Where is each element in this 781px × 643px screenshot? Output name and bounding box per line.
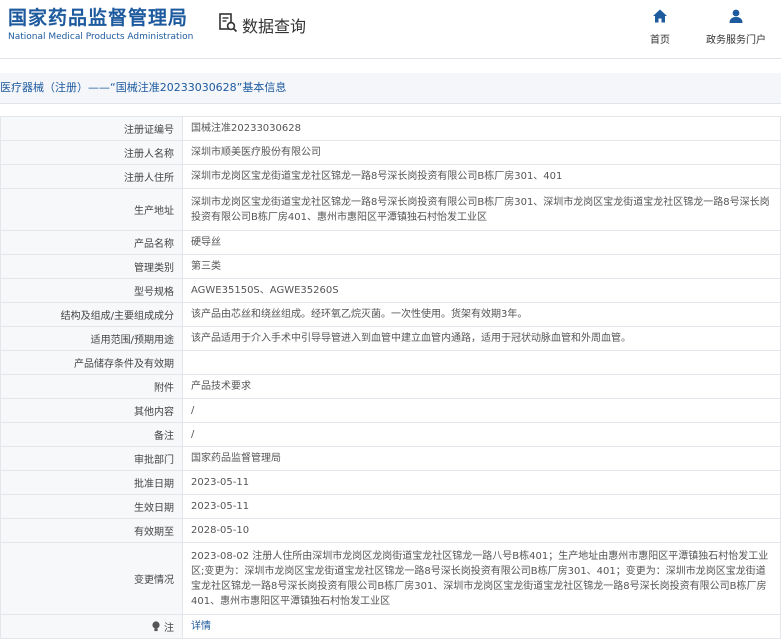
row-value: 产品技术要求	[182, 374, 781, 399]
table-row: 注册人住所 深圳市龙岗区宝龙街道宝龙社区锦龙一路8号深长岗投资有限公司B栋厂房3…	[0, 164, 781, 189]
table-row: 审批部门 国家药品监督管理局	[0, 446, 781, 471]
row-value: 硬导丝	[182, 230, 781, 255]
row-value: 2023-05-11	[182, 470, 781, 495]
page-title: 数据查询	[242, 17, 307, 36]
nav-gov-label: 政务服务门户	[706, 35, 766, 46]
row-label: 生效日期	[0, 494, 183, 519]
row-value: 深圳市龙岗区宝龙街道宝龙社区锦龙一路8号深长岗投资有限公司B栋厂房301、401	[182, 164, 781, 189]
row-label: 适用范围/预期用途	[0, 326, 183, 351]
table-row: 产品名称 硬导丝	[0, 230, 781, 255]
row-value: 2028-05-10	[182, 518, 781, 543]
row-value: 第三类	[182, 254, 781, 279]
row-value: 2023-05-11	[182, 494, 781, 519]
site-logo[interactable]: 国家药品监督管理局 National Medical Products Admi…	[8, 6, 193, 44]
logo-english-name: National Medical Products Administration	[8, 32, 194, 42]
table-row: 生产地址 深圳市龙岗区宝龙街道宝龙社区锦龙一路8号深长岗投资有限公司B栋厂房30…	[0, 188, 781, 231]
row-value: 国家药品监督管理局	[182, 446, 781, 471]
row-value: 深圳市龙岗区宝龙街道宝龙社区锦龙一路8号深长岗投资有限公司B栋厂房301、深圳市…	[182, 188, 781, 231]
user-icon	[728, 8, 744, 28]
row-label: 注册人住所	[0, 164, 183, 189]
table-row: 管理类别 第三类	[0, 254, 781, 279]
row-value: AGWE35150S、AGWE35260S	[182, 278, 781, 303]
row-label: 审批部门	[0, 446, 183, 471]
row-value: /	[182, 398, 781, 423]
note-row: 注 详情	[0, 614, 781, 639]
table-row: 有效期至 2028-05-10	[0, 518, 781, 543]
nav-home[interactable]: 首页	[650, 8, 670, 46]
row-label: 产品名称	[0, 230, 183, 255]
nav-home-label: 首页	[650, 35, 670, 46]
row-label: 注册人名称	[0, 140, 183, 165]
table-row: 注册人名称 深圳市顺美医疗股份有限公司	[0, 140, 781, 165]
row-label: 批准日期	[0, 470, 183, 495]
note-value-cell: 详情	[182, 614, 781, 639]
row-label: 结构及组成/主要组成成分	[0, 302, 183, 327]
note-label-cell: 注	[0, 614, 183, 639]
row-label: 产品储存条件及有效期	[0, 350, 183, 375]
table-row: 批准日期 2023-05-11	[0, 470, 781, 495]
table-row: 结构及组成/主要组成成分 该产品由芯丝和绕丝组成。经环氧乙烷灭菌。一次性使用。货…	[0, 302, 781, 327]
table-row: 备注 /	[0, 422, 781, 447]
row-label: 变更情况	[0, 542, 183, 615]
row-label: 生产地址	[0, 188, 183, 231]
row-value: 该产品由芯丝和绕丝组成。经环氧乙烷灭菌。一次性使用。货架有效期3年。	[182, 302, 781, 327]
table-row: 适用范围/预期用途 该产品适用于介入手术中引导导管进入到血管中建立血管内通路，适…	[0, 326, 781, 351]
note-label: 注	[164, 623, 174, 634]
table-row: 变更情况 2023-08-02 注册人住所由深圳市龙岗区龙岗街道宝龙社区锦龙一路…	[0, 542, 781, 615]
row-label: 型号规格	[0, 278, 183, 303]
logo-chinese-name: 国家药品监督管理局	[8, 7, 189, 29]
magnifier-document-icon	[218, 12, 238, 38]
table-row: 型号规格 AGWE35150S、AGWE35260S	[0, 278, 781, 303]
row-value: 该产品适用于介入手术中引导导管进入到血管中建立血管内通路，适用于冠状动脉血管和外…	[182, 326, 781, 351]
table-row: 附件 产品技术要求	[0, 374, 781, 399]
row-label: 备注	[0, 422, 183, 447]
row-value: /	[182, 422, 781, 447]
row-value: 深圳市顺美医疗股份有限公司	[182, 140, 781, 165]
breadcrumb: 医疗器械（注册）——“国械注准20233030628”基本信息	[0, 73, 781, 104]
nav-gov-service-portal[interactable]: 政务服务门户	[706, 8, 766, 46]
row-label: 附件	[0, 374, 183, 399]
row-label: 注册证编号	[0, 116, 183, 141]
registration-info-table: 注册证编号 国械注准20233030628 注册人名称 深圳市顺美医疗股份有限公…	[0, 116, 781, 639]
row-label: 管理类别	[0, 254, 183, 279]
row-value: 2023-08-02 注册人住所由深圳市龙岗区龙岗街道宝龙社区锦龙一路八号B栋4…	[182, 542, 781, 615]
bulb-icon	[151, 621, 164, 634]
details-link[interactable]: 详情	[191, 621, 211, 632]
data-query-section: 数据查询	[218, 12, 306, 38]
table-row: 生效日期 2023-05-11	[0, 494, 781, 519]
row-value: 国械注准20233030628	[182, 116, 781, 141]
row-value	[182, 350, 781, 375]
row-label: 有效期至	[0, 518, 183, 543]
table-row: 产品储存条件及有效期	[0, 350, 781, 375]
table-row: 注册证编号 国械注准20233030628	[0, 116, 781, 141]
site-header: 国家药品监督管理局 National Medical Products Admi…	[0, 0, 781, 58]
home-icon	[652, 8, 668, 28]
table-row: 其他内容 /	[0, 398, 781, 423]
row-label: 其他内容	[0, 398, 183, 423]
